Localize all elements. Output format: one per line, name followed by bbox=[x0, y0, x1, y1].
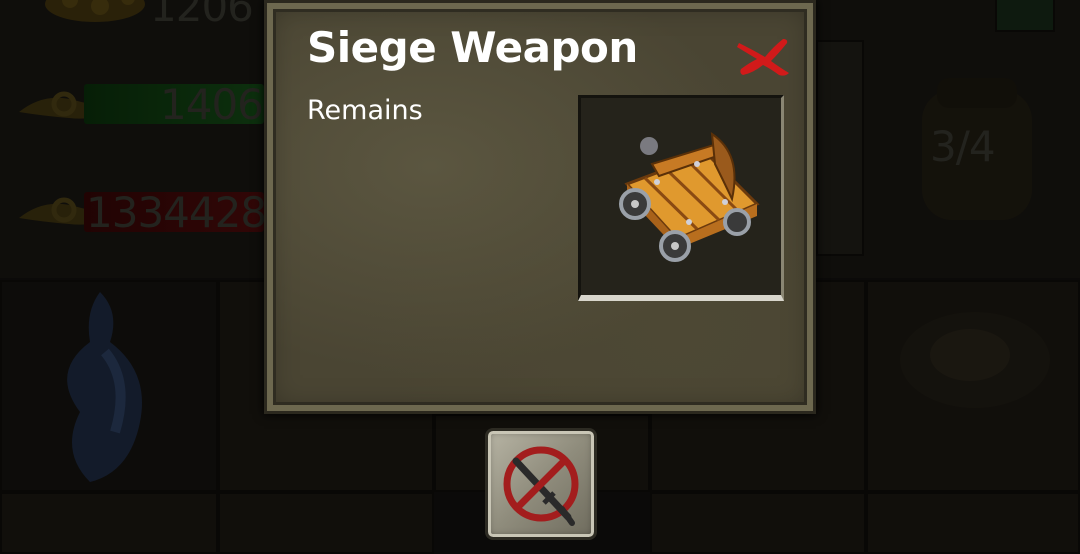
item-title: Siege Weapon bbox=[307, 23, 638, 72]
dark-item-icon bbox=[900, 312, 1050, 408]
item-info-dialog: Siege Weapon Remains bbox=[264, 0, 816, 414]
close-button[interactable] bbox=[735, 33, 791, 77]
gold-pile-icon bbox=[45, 0, 145, 22]
unequip-button[interactable] bbox=[485, 428, 597, 540]
red-bar-value: 1334428 bbox=[86, 188, 267, 237]
inventory-slot[interactable] bbox=[650, 492, 866, 554]
gold-value: 1206 bbox=[150, 0, 254, 31]
capacity-value: 3/4 bbox=[930, 122, 996, 171]
side-divider bbox=[816, 40, 864, 256]
inventory-slot[interactable] bbox=[0, 492, 218, 554]
top-right-slot bbox=[995, 0, 1055, 32]
inventory-slot[interactable] bbox=[866, 492, 1080, 554]
inventory-slot[interactable] bbox=[218, 492, 434, 554]
catapult-icon bbox=[619, 131, 760, 262]
item-subtitle: Remains bbox=[307, 95, 423, 126]
green-bar-value: 1406 bbox=[160, 80, 264, 129]
item-image-frame bbox=[578, 95, 784, 301]
no-weapon-icon bbox=[503, 446, 579, 526]
close-x-icon bbox=[737, 39, 789, 76]
vase-icon bbox=[67, 292, 142, 482]
